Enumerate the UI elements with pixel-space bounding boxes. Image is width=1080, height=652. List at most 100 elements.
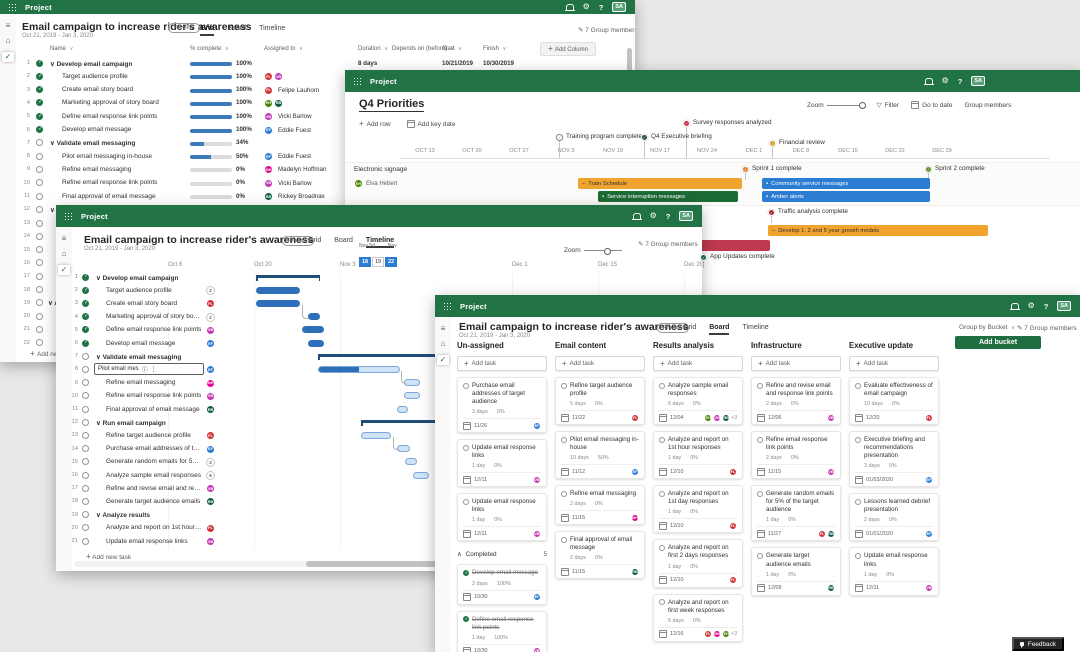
board-card[interactable]: Analyze and report on 1st day responses1… [653,485,743,533]
key-date-pin[interactable]: ✓ [683,120,690,127]
card-complete-checkbox[interactable] [855,383,861,389]
menu-icon[interactable]: ≡ [441,325,446,333]
task-complete-checkbox[interactable] [36,113,43,120]
card-complete-checkbox[interactable] [561,437,567,443]
picker-day[interactable]: 22 [385,257,397,267]
board-card[interactable]: Analyze sample email responses5 days0%12… [653,377,743,425]
picker-day[interactable]: 18 [359,257,371,267]
task-complete-checkbox[interactable] [82,485,89,492]
add-task-button[interactable]: +Add task [751,356,841,371]
task-name-edit-input[interactable]: Pilot email mesⓘ⋮ [94,363,204,375]
task-complete-checkbox[interactable] [82,406,89,413]
card-complete-checkbox[interactable] [855,499,861,505]
card-complete-checkbox[interactable] [757,437,763,443]
task-complete-checkbox[interactable] [36,86,43,93]
task-complete-checkbox[interactable] [82,472,89,479]
settings-icon[interactable]: ⚙ [942,77,949,85]
task-complete-checkbox[interactable] [36,326,43,333]
board-card[interactable]: Generate random emails for 5% of the tar… [751,485,841,541]
add-task-button[interactable]: +Add task [849,356,939,371]
task-complete-checkbox[interactable] [36,153,43,160]
tasks-check-icon[interactable]: ✓ [437,355,450,365]
column-header-start[interactable]: Start ∨ [442,46,462,52]
card-complete-checkbox[interactable] [757,553,763,559]
gantt-task-bar[interactable] [397,406,408,413]
roadmap-title[interactable]: Q4 Priorities [359,98,424,112]
add-column-button[interactable]: + Add Column [540,42,596,56]
zoom-control[interactable]: Zoom [807,102,865,109]
add-task-button[interactable]: +Add task [457,356,547,371]
waffle-icon[interactable] [353,77,362,86]
task-complete-checkbox[interactable] [36,299,43,306]
waffle-icon[interactable] [443,302,452,311]
key-date-pin[interactable]: ✓ [768,209,775,216]
task-complete-checkbox[interactable] [36,193,43,200]
zoom-slider-knob[interactable] [604,248,611,255]
task-complete-checkbox[interactable] [82,432,89,439]
tab-grid[interactable]: Grid [308,237,321,248]
card-complete-checkbox[interactable] [757,383,763,389]
task-complete-checkbox[interactable] [36,126,43,133]
tab-timeline[interactable]: Timeline [259,25,285,36]
board-card[interactable]: Analyze and report on 1st hour responses… [653,431,743,479]
key-date-pin[interactable]: ✓ [925,166,932,173]
gantt-task-bar[interactable] [256,300,300,307]
board-card[interactable]: Refine target audience profile5 days0%11… [555,377,645,425]
completed-section-toggle[interactable]: ∧Completed5 [457,550,547,558]
card-complete-checkbox[interactable] [757,491,763,497]
task-complete-checkbox[interactable] [82,274,89,281]
task-complete-checkbox[interactable] [36,220,43,227]
task-complete-checkbox[interactable] [36,99,43,106]
timeline-bar[interactable]: –Train Schedule [578,178,742,189]
card-complete-checkbox[interactable] [463,570,469,576]
timeline-bar[interactable]: ▪Community service messages [762,178,930,189]
card-complete-checkbox[interactable] [463,616,469,622]
feedback-button[interactable]: Feedback [1012,637,1064,651]
task-complete-checkbox[interactable] [36,273,43,280]
task-complete-checkbox[interactable] [36,246,43,253]
card-complete-checkbox[interactable] [659,491,665,497]
task-complete-checkbox[interactable] [82,392,89,399]
gantt-task-bar[interactable] [405,458,417,465]
task-complete-checkbox[interactable] [36,179,43,186]
board-card[interactable]: Develop email message2 days100%10/30EF [457,564,547,604]
kebab-icon[interactable]: ⋮ [151,366,157,373]
key-date-pin[interactable]: ✓ [700,254,707,261]
task-complete-checkbox[interactable] [82,353,89,360]
gantt-task-bar[interactable] [404,379,420,386]
board-card[interactable]: Pilot email messaging in-house10 days50%… [555,431,645,479]
task-complete-checkbox[interactable] [82,287,89,294]
board-card[interactable]: Lessons learned debrief presentation2 da… [849,493,939,541]
gantt-task-bar[interactable] [308,340,324,347]
task-complete-checkbox[interactable] [36,139,43,146]
settings-icon[interactable]: ⚙ [650,212,657,220]
tab-board[interactable]: Board [227,25,246,36]
tab-grid[interactable]: Grid [683,324,696,335]
board-card[interactable]: Refine email response link points2 days0… [751,431,841,479]
home-icon[interactable]: ⌂ [6,37,11,45]
notifications-icon[interactable] [925,78,933,84]
task-complete-checkbox[interactable] [82,538,89,545]
column-header--complete[interactable]: % complete ∨ [190,46,229,52]
task-complete-checkbox[interactable] [82,419,89,426]
timeline-bar[interactable]: ▪Amber alerts [762,191,930,202]
key-date-pin[interactable]: ✓ [641,134,648,141]
go-to-date-button[interactable]: Go to date [911,101,952,109]
add-task-button[interactable]: +Add task [653,356,743,371]
home-icon[interactable]: ⌂ [441,340,446,348]
menu-icon[interactable]: ≡ [6,22,11,30]
timeline-bar[interactable] [692,240,770,251]
column-header-name[interactable]: Name ∨ [50,46,73,52]
task-complete-checkbox[interactable] [36,60,43,67]
gantt-summary-bar[interactable] [256,275,320,278]
task-complete-checkbox[interactable] [36,73,43,80]
task-complete-checkbox[interactable] [36,166,43,173]
gantt-task-bar[interactable] [302,326,324,333]
settings-icon[interactable]: ⚙ [583,3,590,11]
notifications-icon[interactable] [1011,303,1019,309]
notifications-icon[interactable] [566,4,574,10]
task-complete-checkbox[interactable] [82,366,89,373]
task-complete-checkbox[interactable] [82,313,89,320]
card-complete-checkbox[interactable] [561,491,567,497]
task-complete-checkbox[interactable] [82,498,89,505]
